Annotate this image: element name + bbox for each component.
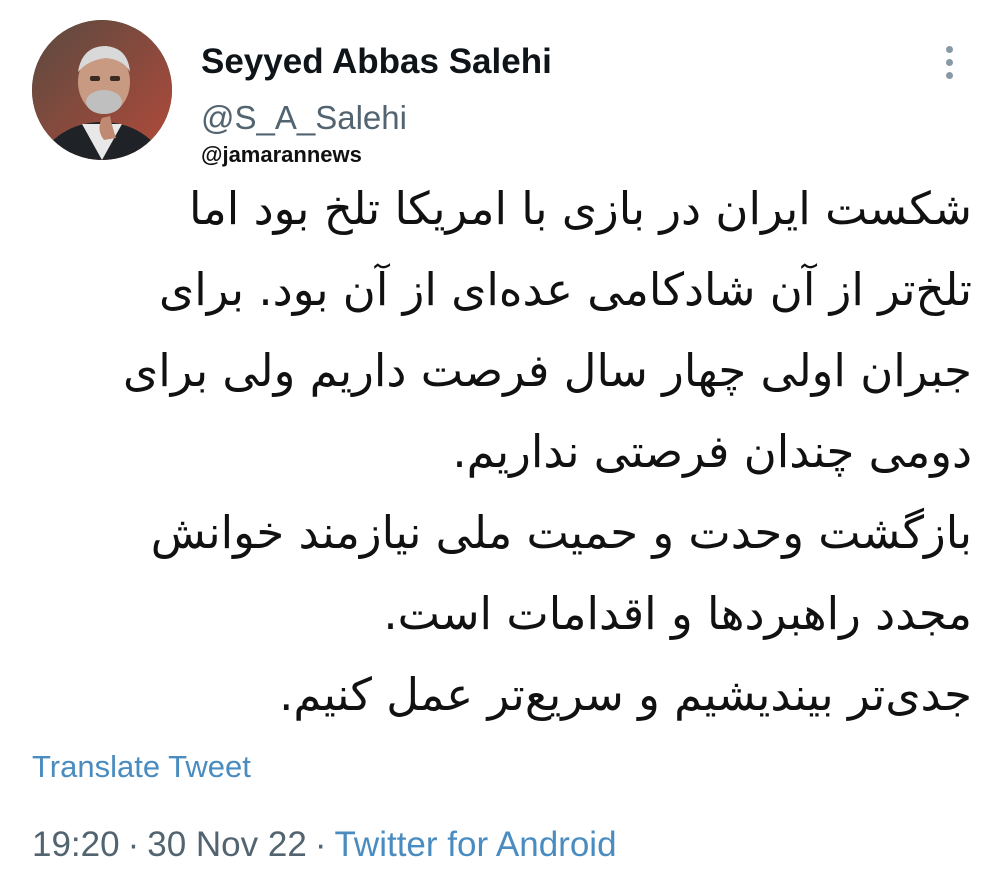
tweet-source-link[interactable]: Twitter for Android xyxy=(334,825,616,864)
tweet-line: بازگشت وحدت و حمیت ملی نیازمند خوانش xyxy=(150,506,972,559)
avatar[interactable] xyxy=(32,20,172,160)
avatar-image xyxy=(32,20,172,160)
tweet-line: جدی‌تر بیندیشیم و سریع‌تر عمل کنیم. xyxy=(279,668,972,721)
more-vertical-icon-dot xyxy=(945,58,953,66)
author-handle[interactable]: @S_A_Salehi xyxy=(201,96,407,140)
tweet-line: دومی چندان فرصتی نداریم. xyxy=(452,425,972,478)
tweet-metadata: 19:20 · 30 Nov 22 · Twitter for Android xyxy=(32,822,617,868)
tweet-line: جبران اولی چهار سال فرصت داریم ولی برای xyxy=(123,344,972,397)
watermark-label: @jamarannews xyxy=(201,142,362,167)
tweet-line: مجدد راهبردها و اقدامات است. xyxy=(383,587,972,640)
tweet-line: شکست ایران در بازی با امریکا تلخ بود اما xyxy=(188,182,972,235)
more-vertical-icon-dot xyxy=(945,71,953,79)
meta-separator: · xyxy=(314,825,327,864)
author-display-name[interactable]: Seyyed Abbas Salehi xyxy=(201,38,552,86)
translate-tweet-link[interactable]: Translate Tweet xyxy=(32,746,251,788)
meta-separator: · xyxy=(127,825,140,864)
more-vertical-icon xyxy=(945,45,953,53)
tweet-date[interactable]: 30 Nov 22 xyxy=(147,825,307,864)
tweet-text: شکست ایران در بازی با امریکا تلخ بود اما… xyxy=(30,168,972,735)
tweet-line: تلخ‌تر از آن شادکامی عده‌ای از آن بود. ب… xyxy=(159,263,972,316)
tweet-time[interactable]: 19:20 xyxy=(32,825,120,864)
more-options-button[interactable] xyxy=(932,38,966,86)
